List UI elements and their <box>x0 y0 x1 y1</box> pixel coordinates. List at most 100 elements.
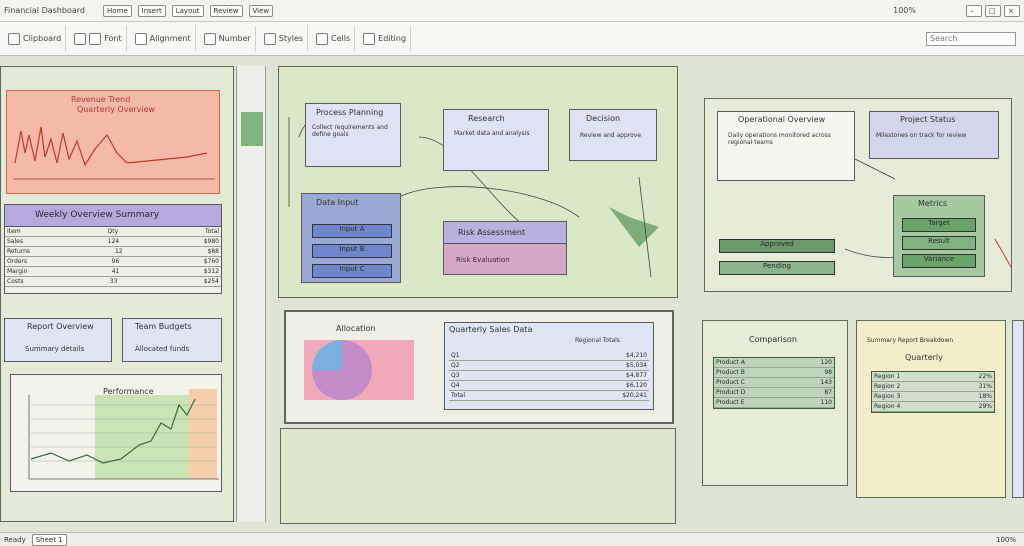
status-bar: Ready Sheet 1 100% <box>0 532 1024 546</box>
table-cell: Q4 <box>451 382 460 389</box>
align-icon[interactable] <box>134 32 147 45</box>
table-cell: 96 <box>111 258 120 265</box>
table-cell: 31% <box>978 383 992 390</box>
find-icon[interactable] <box>363 32 376 45</box>
quarterly-sales-rows: Q1 $4,210 Q2 $5,034 Q3 $4,877 Q4 $6,120 Total $20… <box>449 351 649 401</box>
table-row: Q3 $4,877 <box>449 371 649 381</box>
table-row: Product A 120 <box>714 358 834 368</box>
table-row: Q1 $4,210 <box>449 351 649 361</box>
metrics-target[interactable]: Target <box>902 218 976 232</box>
table-cell: Costs <box>7 278 24 285</box>
table-cell: Product D <box>716 389 746 396</box>
table-cell: 120 <box>820 359 832 366</box>
table-cell: 29% <box>978 403 992 410</box>
styles-icon[interactable] <box>263 32 276 45</box>
table-cell: 124 <box>107 238 120 245</box>
note-operational[interactable]: Operational Overview Daily operations mo… <box>717 111 855 181</box>
ribbon: Clipboard Font Alignment Number Styles C… <box>0 22 1024 56</box>
tab-home[interactable]: Home <box>102 4 132 17</box>
table-cell: 33 <box>109 278 118 285</box>
minimize-icon[interactable]: – <box>966 4 982 17</box>
table-cell: $20,241 <box>622 392 647 399</box>
data-input-b[interactable]: Input B <box>312 244 392 258</box>
table-row: Orders 96 $760 <box>5 257 221 267</box>
percent-icon[interactable] <box>203 32 216 45</box>
table-cell: 143 <box>820 379 832 386</box>
data-input-a[interactable]: Input A <box>312 224 392 238</box>
close-icon[interactable]: × <box>1004 4 1020 17</box>
tab-insert[interactable]: Insert <box>137 4 166 17</box>
table-cell: 110 <box>820 399 832 406</box>
bold-icon[interactable] <box>74 32 87 45</box>
metrics-result[interactable]: Result <box>902 236 976 250</box>
table-cell: Item <box>7 228 21 235</box>
tab-view[interactable]: View <box>248 4 274 17</box>
table-row: Region 3 18% <box>872 392 994 402</box>
summary-table-body: Item Qty Total Sales 124 $980 Returns 12 $88 Orde… <box>5 227 221 287</box>
table-row: Region 4 29% <box>872 402 994 412</box>
mini-card-report-title: Report Overview <box>27 322 94 331</box>
table-cell: Product C <box>716 379 745 386</box>
table-row: Sales 124 $980 <box>5 237 221 247</box>
italic-icon[interactable] <box>89 32 102 45</box>
maximize-icon[interactable]: □ <box>985 4 1001 17</box>
mini-card-report-line: Summary details <box>25 345 85 353</box>
metrics-card: Metrics Target Result Variance <box>893 195 985 277</box>
alert-project-status[interactable]: Project Status Milestones on track for r… <box>869 111 999 159</box>
flow-box-decision[interactable]: Decision Review and approve <box>569 109 657 161</box>
table-row: Total $20,241 <box>449 391 649 401</box>
approved-button[interactable]: Approved <box>719 239 835 253</box>
metrics-variance[interactable]: Variance <box>902 254 976 268</box>
insert-cell-icon[interactable] <box>316 32 329 45</box>
table-row: Q4 $6,120 <box>449 381 649 391</box>
table-cell: $4,877 <box>626 372 647 379</box>
flow-box-risk[interactable]: Risk Assessment Risk Evaluation <box>443 221 567 275</box>
table-row: Product E 110 <box>714 398 834 408</box>
table-row: Product D 87 <box>714 388 834 398</box>
table-cell: 41 <box>111 268 120 275</box>
table-cell: Orders <box>7 258 28 265</box>
search-input[interactable] <box>926 31 1016 46</box>
table-cell: $4,210 <box>626 352 647 359</box>
table-cell: Returns <box>7 248 31 255</box>
tab-review[interactable]: Review <box>209 4 243 17</box>
ribbon-group-number: Number <box>200 25 256 52</box>
table-cell: $254 <box>203 278 219 285</box>
table-cell: $760 <box>203 258 219 265</box>
bottom-middle-panel: Allocation Quarterly Sales Data Regional… <box>284 310 674 424</box>
pending-button[interactable]: Pending <box>719 261 835 275</box>
flow-box-planning[interactable]: Process Planning Collect requirements an… <box>305 103 401 167</box>
table-row: Region 1 22% <box>872 372 994 382</box>
bottom-middle-empty <box>280 428 676 524</box>
table-cell: $980 <box>203 238 219 245</box>
table-cell: $88 <box>207 248 219 255</box>
table-cell: 98 <box>824 369 832 376</box>
table-cell: 12 <box>114 248 123 255</box>
table-cell: 87 <box>824 389 832 396</box>
tab-layout[interactable]: Layout <box>171 4 204 17</box>
sheet-tab[interactable]: Sheet 1 <box>31 533 67 546</box>
performance-chart <box>28 389 219 480</box>
revenue-chart-card: Revenue Trend Quarterly Overview <box>6 90 220 194</box>
mini-card-budgets: Team Budgets Allocated funds <box>122 318 222 362</box>
data-input-c[interactable]: Input C <box>312 264 392 278</box>
pane-splitter[interactable] <box>236 66 266 522</box>
table-cell: Q2 <box>451 362 460 369</box>
table-row: Product B 98 <box>714 368 834 378</box>
paste-icon[interactable] <box>8 32 20 45</box>
ribbon-group-font: Font <box>70 25 127 52</box>
mini-card-report: Report Overview Summary details <box>4 318 112 362</box>
flow-box-research[interactable]: Research Market data and analysis <box>443 109 549 171</box>
table-cell: Product E <box>716 399 745 406</box>
flow-box-data-input[interactable]: Data Input Input A Input B Input C <box>301 193 401 283</box>
comparison-rows: Product A 120 Product B 98 Product C 143 Produ… <box>713 357 835 409</box>
table-row: Q2 $5,034 <box>449 361 649 371</box>
comparison-panel: Comparison Product A 120 Product B 98 Produc… <box>702 320 848 486</box>
table-cell: Region 1 <box>874 373 901 380</box>
flow-diagram-panel: Process Planning Collect requirements an… <box>278 66 678 298</box>
table-cell: Total <box>204 228 219 235</box>
summary-table-title: Weekly Overview Summary <box>5 205 221 227</box>
table-cell: Region 4 <box>874 403 901 410</box>
table-row: Item Qty Total <box>5 227 221 237</box>
workspace: Revenue Trend Quarterly Overview Weekly … <box>0 56 1024 532</box>
